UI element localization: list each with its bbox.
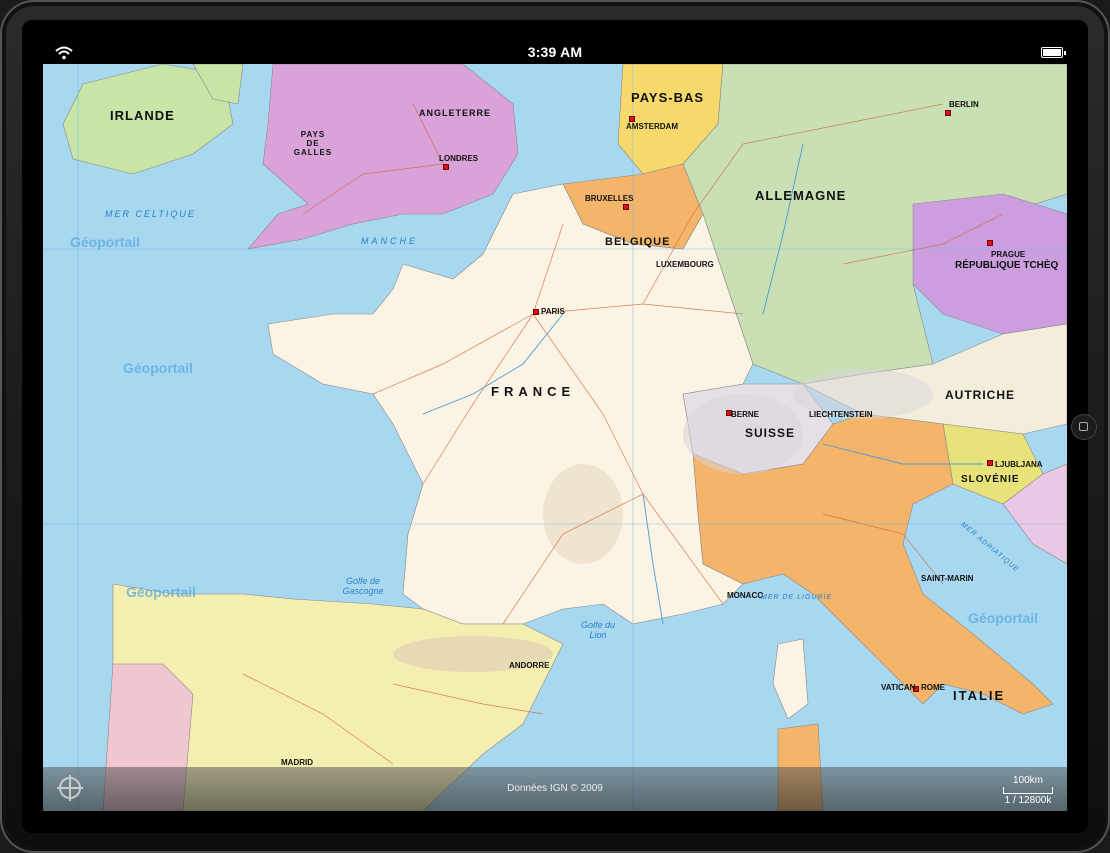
home-button[interactable] (1072, 415, 1096, 439)
capital-marker (987, 240, 993, 246)
sea-label: MER DE LIGURIE (761, 594, 833, 601)
sea-label: MER CELTIQUE (105, 209, 196, 219)
label-andorre: ANDORRE (509, 661, 550, 670)
geoportail-watermark: Géoportail (70, 234, 141, 250)
scale-indicator: 100km 1 / 12800k (1003, 775, 1053, 806)
geoportail-watermark: Géoportail (126, 584, 197, 600)
city-label-amsterdam: AMSTERDAM (626, 122, 678, 131)
country-label-slovenie: SLOVÉNIE (961, 474, 1020, 485)
scale-bar (1003, 787, 1053, 794)
city-label-berlin: BERLIN (949, 100, 979, 109)
country-label-france: FRANCE (491, 384, 576, 399)
country-label-allemagne: ALLEMAGNE (755, 188, 847, 203)
geoportail-watermark: Géoportail (968, 610, 1039, 626)
map-canvas (43, 64, 1067, 811)
city-label-madrid: MADRID (281, 758, 313, 767)
capital-marker (945, 110, 951, 116)
city-label-saint-marin: SAINT-MARIN (921, 574, 974, 583)
sea-label: Golfe du Lion (580, 620, 616, 640)
map-credits: Données IGN © 2009 (507, 783, 603, 794)
city-label-ljubljana: LJUBLJANA (995, 460, 1043, 469)
country-label-autriche: AUTRICHE (945, 388, 1015, 402)
country-label-belgique: BELGIQUE (605, 236, 671, 248)
city-label-berne: BERNE (731, 410, 760, 419)
capital-marker (623, 204, 629, 210)
country-label-italie: ITALIE (953, 688, 1006, 703)
sea-label: MANCHE (361, 236, 419, 246)
scale-distance: 100km (1012, 775, 1043, 786)
city-label-vatican: VATICAN (881, 683, 916, 692)
city-label-bruxelles: BRUXELLES (585, 194, 634, 203)
country-label-pays-de-galles: PAYS DE GALLES (293, 130, 333, 157)
country-label-irlande: IRLANDE (110, 108, 175, 123)
sea-label: Golfe de Gascogne (342, 576, 384, 596)
battery-icon (1041, 47, 1066, 58)
country-label-pays-bas: PAYS-BAS (631, 90, 705, 105)
country-label-republique-tcheque: RÉPUBLIQUE TCHÈQ (955, 260, 1059, 271)
country-label-angleterre: ANGLETERRE (419, 108, 492, 118)
city-label-prague: PRAGUE (991, 250, 1026, 259)
geoportail-watermark: Géoportail (123, 360, 194, 376)
status-bar: 3:39 AM (43, 42, 1067, 64)
status-time: 3:39 AM (527, 44, 583, 60)
map-toolbar: Données IGN © 2009 100km 1 / 12800k (43, 767, 1067, 811)
map-view[interactable]: Géoportail Géoportail Géoportail Géoport… (43, 64, 1067, 811)
capital-marker (987, 460, 993, 466)
scale-ratio: 1 / 12800k (1004, 795, 1052, 806)
label-monaco: MONACO (727, 591, 764, 600)
city-label-rome: ROME (921, 683, 945, 692)
city-label-paris: PARIS (541, 307, 565, 316)
label-liechtenstein: LIECHTENSTEIN (809, 410, 873, 419)
city-label-londres: LONDRES (439, 154, 479, 163)
capital-marker (533, 309, 539, 315)
capital-marker (443, 164, 449, 170)
label-luxembourg: LUXEMBOURG (656, 260, 714, 269)
country-label-suisse: SUISSE (745, 426, 796, 440)
